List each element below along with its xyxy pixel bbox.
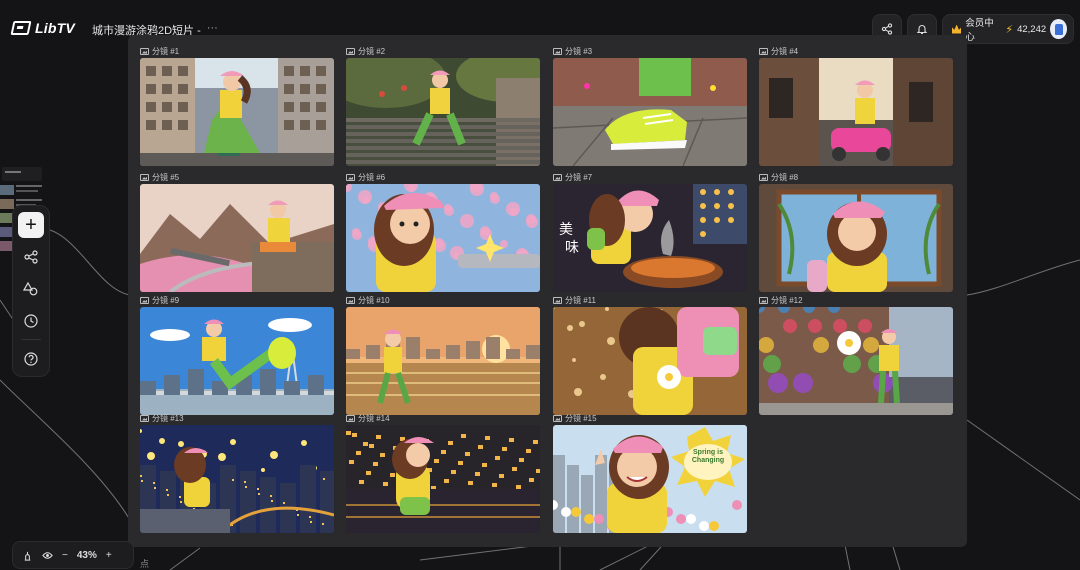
shot-label: 分镜 #1 (140, 45, 179, 57)
shot-label-text: 分镜 #7 (565, 172, 593, 182)
member-label: 会员中心 (965, 18, 994, 43)
workflow-button[interactable] (18, 244, 44, 270)
shot-label-text: 分镜 #9 (152, 295, 180, 305)
crown-icon (952, 24, 962, 34)
shot-label-text: 分镜 #15 (565, 413, 597, 423)
image-icon (759, 173, 768, 181)
image-icon (759, 47, 768, 55)
bottom-text-fragment: 点 (140, 559, 150, 569)
zoom-bar: − 43% + (12, 541, 134, 569)
help-button[interactable] (18, 346, 44, 372)
shot-label-text: 分镜 #11 (565, 295, 596, 305)
bell-icon (916, 25, 928, 35)
image-icon (346, 47, 355, 55)
image-icon (759, 296, 768, 304)
bolt-icon: ⚡ (1005, 23, 1014, 36)
history-button[interactable] (18, 308, 44, 334)
history-icon (24, 314, 38, 328)
shot-image[interactable] (553, 58, 747, 166)
shot-image[interactable]: 美味 (553, 184, 747, 292)
image-icon (346, 296, 355, 304)
shot-label: 分镜 #14 (346, 412, 390, 424)
shapes-icon (23, 281, 38, 296)
shot-label-text: 分镜 #2 (358, 46, 386, 56)
shot-image[interactable] (759, 58, 953, 166)
side-toolbar: + (12, 205, 50, 377)
shot-image[interactable]: Spring is Changing (553, 425, 747, 533)
toolbar-divider (21, 339, 41, 340)
share-icon (881, 23, 893, 35)
shot-label: 分镜 #5 (140, 171, 179, 183)
shot-label-text: 分镜 #1 (152, 46, 180, 56)
svg-text:美: 美 (559, 222, 573, 238)
shot-image[interactable] (140, 184, 334, 292)
add-icon: + (25, 214, 37, 236)
fit-view-icon[interactable] (42, 550, 53, 561)
shot-label-text: 分镜 #14 (358, 413, 390, 423)
shot-label: 分镜 #6 (346, 171, 385, 183)
shot-image[interactable] (346, 184, 540, 292)
spring-text: Spring is Changing (691, 449, 725, 464)
shot-label-text: 分镜 #4 (771, 46, 799, 56)
zoom-value: 43% (76, 549, 97, 561)
shot-image[interactable] (759, 307, 953, 415)
image-icon (553, 296, 562, 304)
shot-label-text: 分镜 #12 (771, 295, 803, 305)
image-icon (140, 414, 149, 422)
user-icon (1054, 23, 1063, 35)
shot-image[interactable] (140, 425, 334, 533)
storyboard-board[interactable]: 分镜 #1 分镜 #2 分镜 #3 分镜 #4 分镜 #5 分镜 #6 分镜 #7 美味分镜 … (128, 35, 967, 547)
shot-image[interactable] (140, 58, 334, 166)
shapes-button[interactable] (18, 276, 44, 302)
shot-label-text: 分镜 #13 (152, 413, 184, 423)
credits-value: 42,242 (1017, 23, 1047, 35)
image-icon (140, 173, 149, 181)
image-icon (553, 414, 562, 422)
shot-label-text: 分镜 #10 (358, 295, 390, 305)
shot-label: 分镜 #9 (140, 294, 179, 306)
shot-label: 分镜 #2 (346, 45, 385, 57)
image-icon (553, 173, 562, 181)
canvas[interactable]: LibTV 城市漫游涂鸦2D短片 - ··· 会员中心 ⚡ 42,242 + 分… (0, 0, 1080, 570)
zoom-out-button[interactable]: − (62, 550, 68, 561)
help-icon (24, 352, 38, 366)
shot-label: 分镜 #3 (553, 45, 592, 57)
avatar[interactable] (1050, 19, 1067, 39)
shot-label-text: 分镜 #5 (152, 172, 180, 182)
shot-image[interactable] (346, 425, 540, 533)
shot-image[interactable] (346, 307, 540, 415)
add-node-button[interactable]: + (18, 212, 44, 238)
hand-icon[interactable] (22, 550, 33, 561)
app-logo[interactable]: LibTV (10, 20, 75, 36)
shot-image[interactable] (140, 307, 334, 415)
image-icon (140, 47, 149, 55)
shot-label-text: 分镜 #6 (358, 172, 386, 182)
image-icon (553, 47, 562, 55)
logo-text: LibTV (35, 20, 75, 36)
shot-label: 分镜 #4 (759, 45, 798, 57)
image-icon (346, 414, 355, 422)
image-icon (346, 173, 355, 181)
shot-label: 分镜 #12 (759, 294, 803, 306)
shot-label: 分镜 #8 (759, 171, 798, 183)
shot-label: 分镜 #15 (553, 412, 597, 424)
shot-label: 分镜 #11 (553, 294, 596, 306)
shot-label: 分镜 #10 (346, 294, 390, 306)
image-icon (140, 296, 149, 304)
shot-label: 分镜 #13 (140, 412, 184, 424)
logo-icon (10, 21, 32, 35)
shot-image[interactable] (346, 58, 540, 166)
shot-image[interactable] (759, 184, 953, 292)
shot-label-text: 分镜 #8 (771, 172, 799, 182)
zoom-in-button[interactable]: + (106, 550, 112, 561)
svg-text:味: 味 (565, 240, 579, 256)
shot-label: 分镜 #7 (553, 171, 592, 183)
workflow-icon (24, 250, 38, 264)
shot-label-text: 分镜 #3 (565, 46, 593, 56)
shot-image[interactable] (553, 307, 747, 415)
